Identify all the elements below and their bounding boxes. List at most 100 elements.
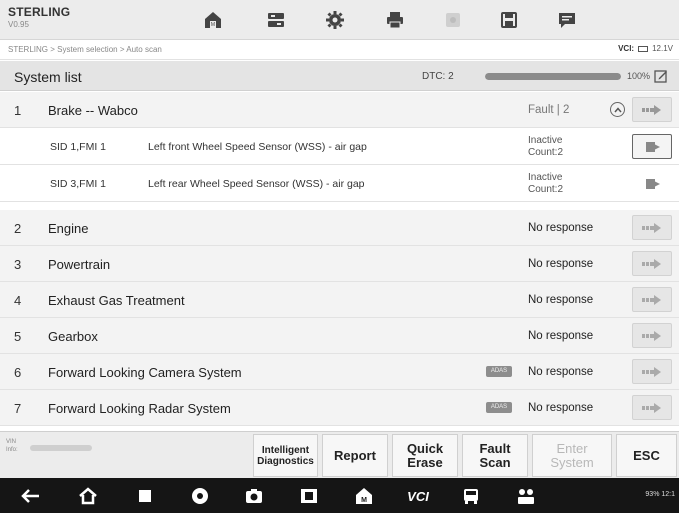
adas-badge: ADAS xyxy=(486,366,512,377)
system-row-exhaust[interactable]: 4 Exhaust Gas Treatment No response xyxy=(0,282,679,318)
svg-text:M: M xyxy=(211,22,215,28)
arrow-right-icon xyxy=(642,222,661,233)
page-title: System list xyxy=(14,69,82,85)
system-status: No response xyxy=(528,294,594,306)
fault-description: Left front Wheel Speed Sensor (WSS) - ai… xyxy=(148,141,367,153)
brand: STERLING V0.95 xyxy=(8,5,70,29)
fault-state-label: Inactive xyxy=(528,172,563,183)
fault-state: Inactive Count:2 xyxy=(528,135,563,159)
settings-icon[interactable] xyxy=(322,8,348,32)
function-bar: VIN Info: Intelligent Diagnostics Report… xyxy=(0,431,679,478)
arrow-right-icon xyxy=(642,258,661,269)
collapse-chevron-icon[interactable] xyxy=(610,102,625,117)
enter-system-arrow-button[interactable] xyxy=(632,395,672,420)
scan-progress-fill xyxy=(485,73,621,80)
system-name: Powertrain xyxy=(48,257,111,272)
breadcrumb-bar: STERLING > System selection > Auto scan … xyxy=(0,40,679,60)
system-name: Brake -- Wabco xyxy=(48,103,138,118)
system-number: 2 xyxy=(14,221,22,236)
system-status: No response xyxy=(528,258,594,270)
shop-icon[interactable] xyxy=(460,485,482,507)
enter-system-arrow-button[interactable] xyxy=(632,287,672,312)
vci-icon[interactable]: VCI xyxy=(403,485,433,507)
system-row-camera[interactable]: 6 Forward Looking Camera System ADAS No … xyxy=(0,354,679,390)
system-number: 4 xyxy=(14,293,22,308)
system-name: Forward Looking Camera System xyxy=(48,365,242,380)
edit-icon[interactable] xyxy=(654,69,668,83)
enter-system-arrow-button[interactable] xyxy=(632,97,672,122)
vci-label: VCI: xyxy=(618,44,635,53)
enter-system-arrow-button[interactable] xyxy=(632,359,672,384)
system-row-gearbox[interactable]: 5 Gearbox No response xyxy=(0,318,679,354)
home-icon[interactable] xyxy=(77,485,99,507)
fault-count: Count:2 xyxy=(528,147,564,158)
brand-name: STERLING xyxy=(8,5,71,19)
system-number: 5 xyxy=(14,329,22,344)
browser-icon[interactable] xyxy=(189,485,211,507)
system-number: 7 xyxy=(14,401,22,416)
vci-status: VCI: 12.1V xyxy=(618,44,673,53)
top-toolbar: STERLING V0.95 M xyxy=(0,0,679,40)
enter-system-arrow-button[interactable] xyxy=(632,215,672,240)
print-icon[interactable] xyxy=(382,8,408,32)
fault-sid: SID 3,FMI 1 xyxy=(50,178,107,190)
vin-info: VIN Info: xyxy=(6,438,18,454)
fault-code-row[interactable]: SID 1,FMI 1 Left front Wheel Speed Senso… xyxy=(0,129,679,165)
document-arrow-icon xyxy=(646,141,660,152)
svg-text:M: M xyxy=(361,497,367,504)
back-icon[interactable] xyxy=(20,485,42,507)
svg-text:VCI: VCI xyxy=(407,489,429,504)
arrow-right-icon xyxy=(642,366,661,377)
enter-system-arrow-button[interactable] xyxy=(632,251,672,276)
adas-badge: ADAS xyxy=(486,402,512,413)
system-status: Fault | 2 xyxy=(528,104,570,116)
quick-erase-button[interactable]: Quick Erase xyxy=(392,434,458,477)
system-name: Engine xyxy=(48,221,89,236)
fault-state-label: Inactive xyxy=(528,135,563,146)
enter-system-arrow-button[interactable] xyxy=(632,323,672,348)
vin-value-redacted xyxy=(30,445,92,451)
brand-version: V0.95 xyxy=(8,20,29,29)
arrow-right-icon xyxy=(642,294,661,305)
arrow-right-icon xyxy=(642,402,661,413)
camera-icon[interactable] xyxy=(243,485,265,507)
scan-progress-bar xyxy=(485,73,621,80)
system-row-engine[interactable]: 2 Engine No response xyxy=(0,210,679,246)
home-icon[interactable]: M xyxy=(200,8,226,32)
message-icon[interactable] xyxy=(554,8,580,32)
info-label: Info: xyxy=(6,447,18,453)
screen-capture-icon[interactable] xyxy=(298,485,320,507)
system-status: No response xyxy=(528,366,594,378)
save-icon[interactable] xyxy=(496,8,522,32)
system-number: 6 xyxy=(14,365,22,380)
enter-system-button[interactable]: Enter System xyxy=(532,434,612,477)
fault-count: Count:2 xyxy=(528,184,564,195)
vci-voltage: 12.1V xyxy=(652,44,673,53)
system-number: 3 xyxy=(14,257,22,272)
recent-apps-icon[interactable] xyxy=(134,485,156,507)
system-row-brake[interactable]: 1 Brake -- Wabco Fault | 2 xyxy=(0,92,679,128)
system-row-powertrain[interactable]: 3 Powertrain No response xyxy=(0,246,679,282)
report-button[interactable]: Report xyxy=(322,434,388,477)
camera-icon[interactable] xyxy=(440,8,466,32)
system-name: Gearbox xyxy=(48,329,98,344)
remote-icon[interactable] xyxy=(515,485,537,507)
fault-description: Left rear Wheel Speed Sensor (WSS) - air… xyxy=(148,178,365,190)
system-list-header: System list DTC: 2 100% xyxy=(0,61,679,91)
vehicle-swap-icon[interactable] xyxy=(263,8,289,32)
scan-progress-text: 100% xyxy=(627,71,651,81)
intelligent-diagnostics-button[interactable]: Intelligent Diagnostics xyxy=(253,434,318,477)
system-status: No response xyxy=(528,330,594,342)
fault-detail-button[interactable] xyxy=(632,134,672,159)
fault-detail-button[interactable] xyxy=(632,171,672,196)
fault-scan-button[interactable]: Fault Scan xyxy=(462,434,528,477)
dtc-count: DTC: 2 xyxy=(422,71,454,82)
android-nav-bar: M VCI 93% 12:1 xyxy=(0,478,679,513)
battery-icon xyxy=(638,45,649,52)
maxifleet-icon[interactable]: M xyxy=(353,485,375,507)
system-row-radar[interactable]: 7 Forward Looking Radar System ADAS No r… xyxy=(0,390,679,426)
fault-state: Inactive Count:2 xyxy=(528,172,563,196)
esc-button[interactable]: ESC xyxy=(616,434,677,477)
status-bar-indicators: 93% 12:1 xyxy=(645,491,675,498)
fault-code-row[interactable]: SID 3,FMI 1 Left rear Wheel Speed Sensor… xyxy=(0,166,679,202)
